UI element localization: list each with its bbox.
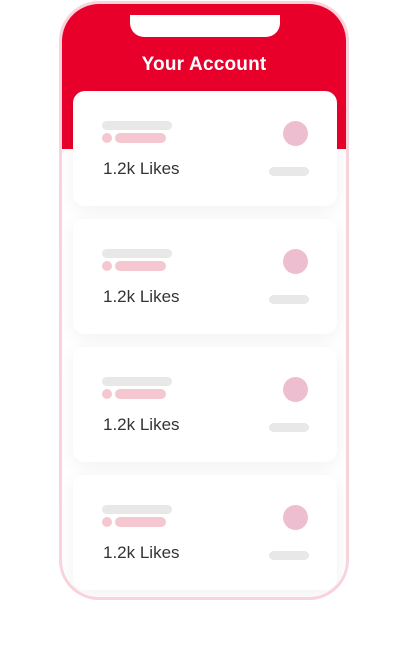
status-dot <box>102 133 112 143</box>
title-placeholder <box>102 121 172 130</box>
subtitle-placeholder <box>115 261 166 271</box>
subtitle-placeholder <box>115 389 166 399</box>
avatar[interactable] <box>283 505 308 530</box>
subtitle-placeholder <box>115 133 166 143</box>
status-dot <box>102 261 112 271</box>
phone-frame: Your Account 1.2k Likes 1.2k Likes 1.2k … <box>59 1 349 600</box>
account-card[interactable]: 1.2k Likes <box>73 475 337 590</box>
account-card[interactable]: 1.2k Likes <box>73 91 337 206</box>
meta-placeholder <box>269 167 309 176</box>
avatar[interactable] <box>283 121 308 146</box>
page-title: Your Account <box>141 54 267 75</box>
meta-placeholder <box>269 295 309 304</box>
title-placeholder <box>102 377 172 386</box>
account-card[interactable]: 1.2k Likes <box>73 347 337 462</box>
status-dot <box>102 517 112 527</box>
meta-placeholder <box>269 423 309 432</box>
account-card[interactable]: 1.2k Likes <box>73 219 337 334</box>
avatar[interactable] <box>283 249 308 274</box>
avatar[interactable] <box>283 377 308 402</box>
likes-count: 1.2k Likes <box>103 287 180 306</box>
likes-count: 1.2k Likes <box>103 543 180 562</box>
likes-count: 1.2k Likes <box>103 159 180 178</box>
title-placeholder <box>102 505 172 514</box>
likes-count: 1.2k Likes <box>103 415 180 434</box>
phone-notch <box>130 15 280 37</box>
subtitle-placeholder <box>115 517 166 527</box>
meta-placeholder <box>269 551 309 560</box>
status-dot <box>102 389 112 399</box>
title-placeholder <box>102 249 172 258</box>
